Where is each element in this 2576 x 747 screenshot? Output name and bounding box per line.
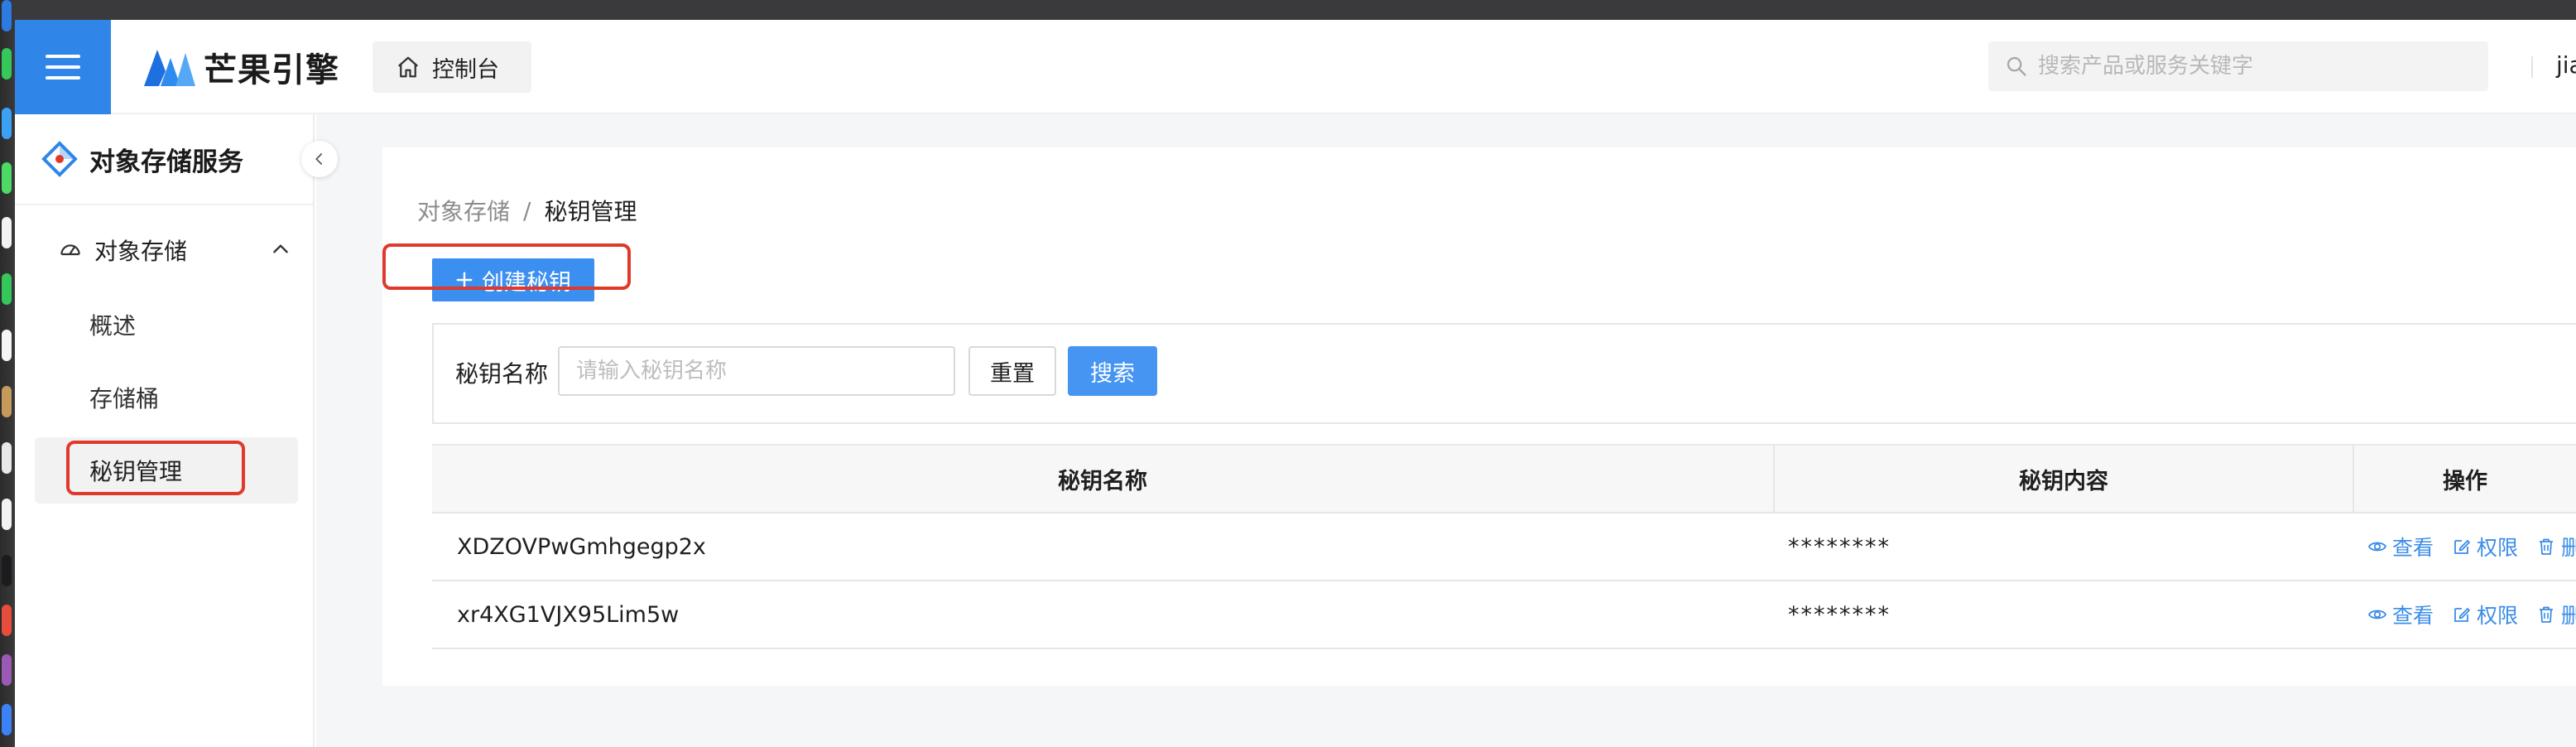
actions-cell: 查看 权限 删 xyxy=(2354,513,2576,580)
permission-action[interactable]: 权限 xyxy=(2452,532,2518,561)
sidebar-item-key-management[interactable]: 秘钥管理 xyxy=(35,437,298,504)
reset-button[interactable]: 重置 xyxy=(968,346,1056,396)
key-content-cell: ******** xyxy=(1788,601,1891,628)
breadcrumb: 对象存储 / 秘钥管理 xyxy=(417,194,637,227)
view-action[interactable]: 查看 xyxy=(2367,532,2434,561)
column-header-key-name[interactable]: 秘钥名称 xyxy=(432,446,1775,512)
edit-icon xyxy=(2454,608,2470,622)
delete-action[interactable]: 删 xyxy=(2536,532,2576,561)
search-button[interactable]: 搜索 xyxy=(1068,346,1157,396)
dock-app-icon[interactable] xyxy=(2,555,12,586)
console-tab[interactable]: 控制台 xyxy=(372,41,531,93)
dock-app-icon[interactable] xyxy=(2,48,12,80)
view-action[interactable]: 查看 xyxy=(2367,600,2434,629)
console-tab-label: 控制台 xyxy=(432,56,499,83)
dashboard-icon xyxy=(60,244,80,256)
brand-logo[interactable]: 芒果引擎 xyxy=(142,43,339,91)
dock-app-icon[interactable] xyxy=(2,273,12,305)
dock-app-icon[interactable] xyxy=(2,386,12,417)
hamburger-line xyxy=(46,65,80,69)
breadcrumb-separator: / xyxy=(523,196,531,224)
key-name-cell: XDZOVPwGmhgegp2x xyxy=(457,533,706,560)
dock-app-icon[interactable] xyxy=(2,654,12,686)
sidebar-divider xyxy=(15,204,313,205)
sidebar-group-object-storage[interactable]: 对象存储 xyxy=(58,227,298,273)
object-storage-logo-icon xyxy=(41,141,78,177)
column-header-key-content[interactable]: 秘钥内容 xyxy=(1775,446,2354,512)
table-row: xr4XG1VJX95Lim5w ******** 查看 权限 删 xyxy=(432,581,2576,649)
delete-action[interactable]: 删 xyxy=(2536,600,2576,629)
key-content-cell: ******** xyxy=(1788,533,1891,560)
create-key-button[interactable]: 创建秘钥 xyxy=(432,258,594,301)
chevron-left-icon xyxy=(315,153,323,165)
sidebar-item-buckets[interactable]: 存储桶 xyxy=(35,364,298,431)
home-icon xyxy=(398,56,418,78)
sidebar: 对象存储服务 对象存储 概述 存储桶 秘钥管理 xyxy=(15,114,338,747)
create-key-label: 创建秘钥 xyxy=(482,269,571,296)
hamburger-menu-button[interactable] xyxy=(15,20,111,114)
breadcrumb-parent[interactable]: 对象存储 xyxy=(417,194,510,227)
view-action-label: 查看 xyxy=(2392,536,2434,560)
sidebar-collapse-button[interactable] xyxy=(301,141,338,177)
key-name-cell: xr4XG1VJX95Lim5w xyxy=(457,601,680,628)
global-search[interactable] xyxy=(1988,41,2488,91)
chevron-up-icon xyxy=(273,244,288,253)
table-header: 秘钥名称 秘钥内容 操作 xyxy=(432,446,2576,513)
column-header-actions: 操作 xyxy=(2443,468,2487,494)
view-action-label: 查看 xyxy=(2392,604,2434,628)
hamburger-line xyxy=(46,76,80,80)
key-name-input[interactable] xyxy=(558,346,955,396)
brand-name: 芒果引擎 xyxy=(204,51,339,89)
service-title: 对象存储服务 xyxy=(41,136,243,182)
actions-cell: 查看 权限 删 xyxy=(2354,581,2576,648)
filter-panel: 秘钥名称 重置 搜索 xyxy=(432,323,2576,424)
dock-app-icon[interactable] xyxy=(2,108,12,139)
sidebar-item-overview[interactable]: 概述 xyxy=(35,292,298,358)
dock-app-icon[interactable] xyxy=(2,442,12,474)
dock-app-icon[interactable] xyxy=(2,499,12,530)
permission-action-label: 权限 xyxy=(2477,604,2519,628)
permission-action-label: 权限 xyxy=(2477,536,2519,560)
search-icon xyxy=(2006,56,2026,76)
global-search-input[interactable] xyxy=(2038,54,2485,79)
content-card: 对象存储 / 秘钥管理 创建秘钥 秘钥名称 重置 搜索 秘钥名称 秘钥内容 操作 xyxy=(382,147,2576,686)
table-row: XDZOVPwGmhgegp2x ******** 查看 权限 删 xyxy=(432,513,2576,581)
delete-action-label: 删 xyxy=(2561,604,2576,628)
dock-app-icon[interactable] xyxy=(2,0,12,31)
breadcrumb-current: 秘钥管理 xyxy=(544,198,637,225)
trash-icon xyxy=(2540,538,2554,555)
eye-icon xyxy=(2367,610,2387,619)
header-divider xyxy=(2531,56,2533,78)
plus-icon xyxy=(456,272,473,288)
edit-icon xyxy=(2454,540,2470,554)
mango-logo-icon xyxy=(144,50,195,86)
dock-app-icon[interactable] xyxy=(2,330,12,361)
permission-action[interactable]: 权限 xyxy=(2452,600,2518,629)
os-top-bar xyxy=(0,0,2576,20)
dock-app-icon[interactable] xyxy=(2,704,12,735)
service-title-text: 对象存储服务 xyxy=(89,147,243,177)
dock-app-icon[interactable] xyxy=(2,162,12,194)
keys-table: 秘钥名称 秘钥内容 操作 XDZOVPwGmhgegp2x ******** 查… xyxy=(432,444,2576,649)
trash-icon xyxy=(2540,606,2554,623)
hamburger-line xyxy=(46,55,80,58)
sidebar-group-label: 对象存储 xyxy=(94,238,188,265)
filter-key-name-label: 秘钥名称 xyxy=(455,360,549,388)
main-content: 对象存储 / 秘钥管理 创建秘钥 秘钥名称 重置 搜索 秘钥名称 秘钥内容 操作 xyxy=(316,114,2576,747)
os-dock xyxy=(0,0,15,747)
delete-action-label: 删 xyxy=(2561,536,2576,560)
dock-app-icon[interactable] xyxy=(2,605,12,636)
dock-app-icon[interactable] xyxy=(2,217,12,248)
user-menu[interactable]: jia xyxy=(2556,51,2576,79)
top-header: 芒果引擎 控制台 jia xyxy=(15,20,2576,114)
eye-icon xyxy=(2367,542,2387,552)
